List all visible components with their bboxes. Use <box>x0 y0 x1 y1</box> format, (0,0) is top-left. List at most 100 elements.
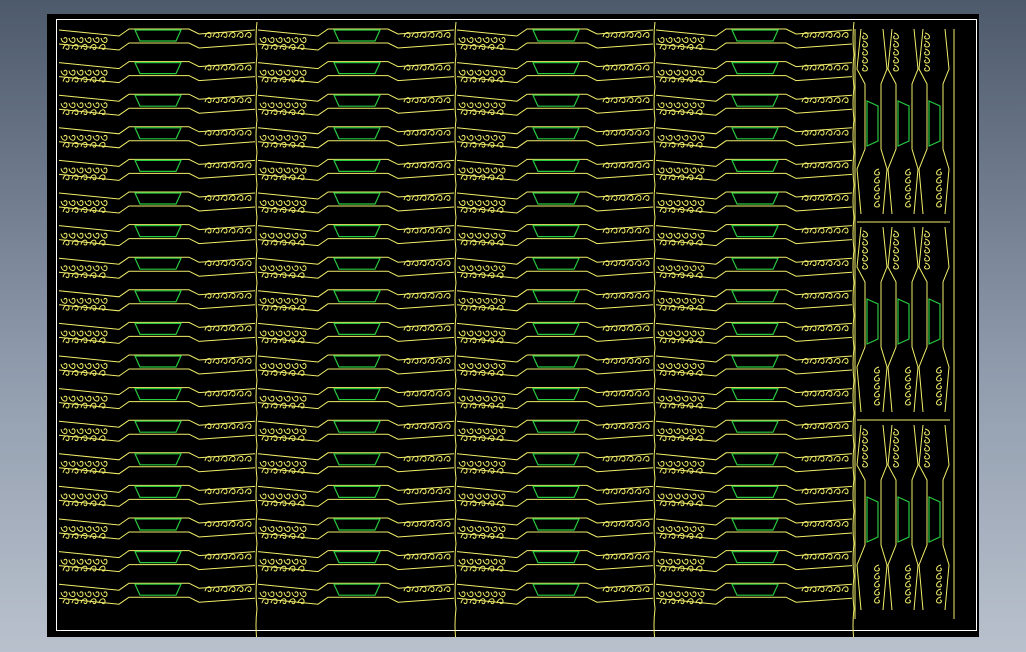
curl-chain-left <box>459 70 507 75</box>
curl-chain-left <box>658 233 706 238</box>
trapezoid-cutout <box>333 159 381 172</box>
nested-part <box>456 158 654 180</box>
nested-part <box>456 517 654 540</box>
side-curl-chain-bottom <box>875 367 880 407</box>
part-outline-bottom <box>456 205 654 214</box>
trapezoid-cutout <box>333 257 381 270</box>
nested-part <box>257 224 455 246</box>
trapezoid-cutout <box>532 551 580 564</box>
side-part-outline-right <box>942 28 950 215</box>
part-outline-bottom <box>655 205 853 214</box>
nested-part <box>58 550 256 573</box>
trapezoid-cutout <box>134 127 182 140</box>
part-outline-bottom <box>257 335 455 344</box>
curl-chain-left <box>658 527 706 532</box>
trapezoid-cutout <box>532 225 580 238</box>
trapezoid-cutout <box>731 518 779 531</box>
curl-chain-left <box>658 298 706 303</box>
nested-part <box>655 191 853 214</box>
curl-chain-left <box>61 135 109 140</box>
side-nested-part <box>887 226 919 413</box>
nesting-drawing <box>56 19 977 637</box>
side-curl-chain-bottom <box>937 367 942 407</box>
part-outline-bottom <box>257 42 455 51</box>
part-outline-bottom <box>58 172 256 181</box>
part-outline-bottom <box>655 466 853 475</box>
trapezoid-cutout <box>134 29 182 42</box>
part-outline-bottom <box>58 205 256 214</box>
nested-part <box>58 158 256 181</box>
side-curl-chain-bottom <box>875 565 880 605</box>
nested-part <box>58 452 256 474</box>
side-part-outline-right <box>942 424 950 611</box>
nested-part <box>655 158 853 180</box>
part-outline-bottom <box>257 466 455 475</box>
nested-part <box>257 321 455 344</box>
nested-part <box>257 354 455 376</box>
nested-part <box>655 224 853 246</box>
side-curl-chain-bottom <box>937 169 942 209</box>
part-outline-bottom <box>655 596 853 605</box>
trapezoid-cutout <box>731 225 779 238</box>
side-curl-chain-top <box>894 33 899 73</box>
part-outline-bottom <box>257 531 455 540</box>
cad-viewport[interactable] <box>47 14 979 637</box>
part-outline-bottom <box>655 368 853 377</box>
part-outline-bottom <box>456 335 654 344</box>
part-outline-bottom <box>655 531 853 540</box>
trapezoid-cutout <box>731 62 779 75</box>
trapezoid-cutout <box>134 322 182 335</box>
side-trapezoid-cutout <box>897 100 910 147</box>
trapezoid-cutout <box>731 551 779 564</box>
part-outline-bottom <box>58 368 256 377</box>
part-outline-bottom <box>58 303 256 312</box>
nested-part <box>257 61 455 84</box>
curl-chain-left <box>459 168 507 173</box>
side-curl-chain-bottom <box>875 169 880 209</box>
side-part-outline-right <box>880 424 888 611</box>
part-outline-bottom <box>655 564 853 573</box>
part-outline-bottom <box>257 75 455 84</box>
part-outline-bottom <box>58 140 256 149</box>
trapezoid-cutout <box>333 453 381 466</box>
curl-chain-left <box>61 168 109 173</box>
nested-part <box>456 289 654 311</box>
trapezoid-cutout <box>134 420 182 433</box>
nested-part <box>257 419 455 441</box>
nested-part <box>655 517 853 540</box>
trapezoid-cutout <box>731 159 779 172</box>
trapezoid-cutout <box>333 551 381 564</box>
curl-chain-left <box>459 396 507 401</box>
curl-chain-left <box>459 331 507 336</box>
trapezoid-cutout <box>532 322 580 335</box>
nested-part <box>456 387 654 410</box>
nested-part <box>58 582 256 604</box>
part-outline-bottom <box>456 140 654 149</box>
curl-chain-left <box>61 429 109 434</box>
part-outline-bottom <box>456 466 654 475</box>
nested-part <box>456 582 654 604</box>
nested-part <box>655 321 853 343</box>
nested-part <box>655 126 853 148</box>
column-spine <box>255 21 258 637</box>
side-part-outline-right <box>911 226 919 413</box>
curl-chain-left <box>459 135 507 140</box>
part-outline-bottom <box>456 401 654 410</box>
trapezoid-cutout <box>333 485 381 498</box>
side-trapezoid-cutout <box>866 298 879 345</box>
nested-part <box>456 28 654 50</box>
main-nest-area <box>58 21 855 637</box>
curl-chain-left <box>658 331 706 336</box>
curl-chain-left <box>260 70 308 75</box>
trapezoid-cutout <box>532 29 580 42</box>
nested-part <box>257 387 455 409</box>
curl-chain-left <box>61 331 109 336</box>
part-outline-bottom <box>58 564 256 573</box>
part-outline-bottom <box>456 498 654 507</box>
side-trapezoid-cutout <box>897 496 910 543</box>
nested-part <box>257 126 455 148</box>
nested-part <box>456 93 654 115</box>
nested-part <box>655 289 853 311</box>
part-outline-bottom <box>456 531 654 540</box>
trapezoid-cutout <box>731 257 779 270</box>
